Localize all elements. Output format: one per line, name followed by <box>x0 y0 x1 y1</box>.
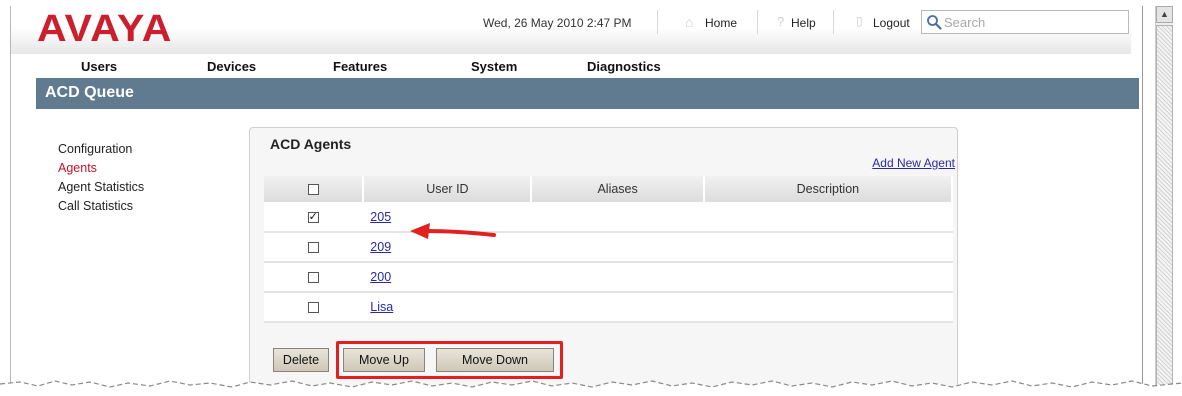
vertical-scrollbar[interactable]: ▲ <box>1155 6 1173 396</box>
content-area: AVAYA Wed, 26 May 2010 2:47 PM ⌂ Home ? … <box>10 6 1140 396</box>
description-cell <box>703 292 954 323</box>
page-title: ACD Queue <box>45 84 134 101</box>
row-select-cell <box>264 262 365 293</box>
select-all-checkbox[interactable] <box>307 184 319 196</box>
scrollbar-thumb[interactable] <box>1156 25 1173 396</box>
description-cell <box>703 232 954 263</box>
user-id-cell: 205 <box>363 202 533 233</box>
row-select-cell <box>264 292 365 323</box>
user-id-link[interactable]: 209 <box>364 240 391 254</box>
home-icon: ⌂ <box>685 14 694 30</box>
page-title-bar: ACD Queue <box>36 78 1139 109</box>
main-nav: Users Devices Features System Diagnostic… <box>11 56 1131 78</box>
search-box[interactable] <box>921 10 1129 34</box>
table-row: Lisa <box>264 292 954 323</box>
column-header-aliases: Aliases <box>531 176 705 202</box>
move-up-button[interactable]: Move Up <box>343 348 425 372</box>
divider <box>757 10 758 34</box>
app-window: AVAYA Wed, 26 May 2010 2:47 PM ⌂ Home ? … <box>0 0 1182 396</box>
top-bar: AVAYA Wed, 26 May 2010 2:47 PM ⌂ Home ? … <box>11 6 1131 54</box>
aliases-cell <box>531 232 705 263</box>
nav-users[interactable]: Users <box>81 59 117 74</box>
user-id-cell: 209 <box>363 232 533 263</box>
user-id-link[interactable]: Lisa <box>364 300 393 314</box>
move-down-button[interactable]: Move Down <box>436 348 554 372</box>
help-link[interactable]: Help <box>791 16 816 30</box>
sidebar-item-configuration[interactable]: Configuration <box>58 142 238 161</box>
nav-devices[interactable]: Devices <box>207 59 256 74</box>
sidebar-item-agents[interactable]: Agents <box>58 161 238 180</box>
delete-button[interactable]: Delete <box>273 348 329 372</box>
home-link[interactable]: Home <box>705 16 737 30</box>
row-select-cell <box>264 232 365 263</box>
table-row: 200 <box>264 262 954 293</box>
add-new-agent-link[interactable]: Add New Agent <box>872 156 955 170</box>
table-row: 209 <box>264 232 954 263</box>
search-icon <box>927 15 942 30</box>
row-checkbox[interactable] <box>307 210 319 223</box>
table-row: 205 <box>264 202 954 233</box>
table-header-row: User ID Aliases Description <box>264 176 954 202</box>
row-checkbox[interactable] <box>307 272 319 284</box>
page-edge <box>1142 6 1154 396</box>
panel-title: ACD Agents <box>270 136 352 152</box>
user-id-cell: Lisa <box>363 292 533 323</box>
sidebar-item-agent-statistics[interactable]: Agent Statistics <box>58 180 238 199</box>
aliases-cell <box>531 292 705 323</box>
nav-system[interactable]: System <box>471 59 517 74</box>
aliases-cell <box>531 202 705 233</box>
divider <box>833 10 834 34</box>
aliases-cell <box>531 262 705 293</box>
description-cell <box>703 262 954 293</box>
nav-features[interactable]: Features <box>333 59 387 74</box>
user-id-link[interactable]: 200 <box>364 270 391 284</box>
help-icon: ? <box>777 14 785 29</box>
nav-diagnostics[interactable]: Diagnostics <box>587 59 661 74</box>
row-checkbox[interactable] <box>307 302 319 314</box>
select-all-header <box>264 176 365 202</box>
user-id-cell: 200 <box>363 262 533 293</box>
divider <box>657 10 658 34</box>
chevron-up-icon[interactable]: ▲ <box>1156 6 1173 23</box>
sidebar: Configuration Agents Agent Statistics Ca… <box>58 142 238 218</box>
description-cell <box>703 202 954 233</box>
logout-link[interactable]: Logout <box>873 16 910 30</box>
datetime-label: Wed, 26 May 2010 2:47 PM <box>483 16 632 30</box>
sidebar-item-call-statistics[interactable]: Call Statistics <box>58 199 238 218</box>
agents-table: User ID Aliases Description 205 209 <box>264 176 954 323</box>
search-input[interactable] <box>944 13 1124 31</box>
user-id-link[interactable]: 205 <box>364 210 391 224</box>
row-checkbox[interactable] <box>307 242 319 254</box>
row-select-cell <box>264 202 365 233</box>
avaya-logo: AVAYA <box>37 8 173 50</box>
lock-icon: ▯ <box>856 14 863 28</box>
column-header-description: Description <box>703 176 954 202</box>
column-header-user-id: User ID <box>363 176 533 202</box>
